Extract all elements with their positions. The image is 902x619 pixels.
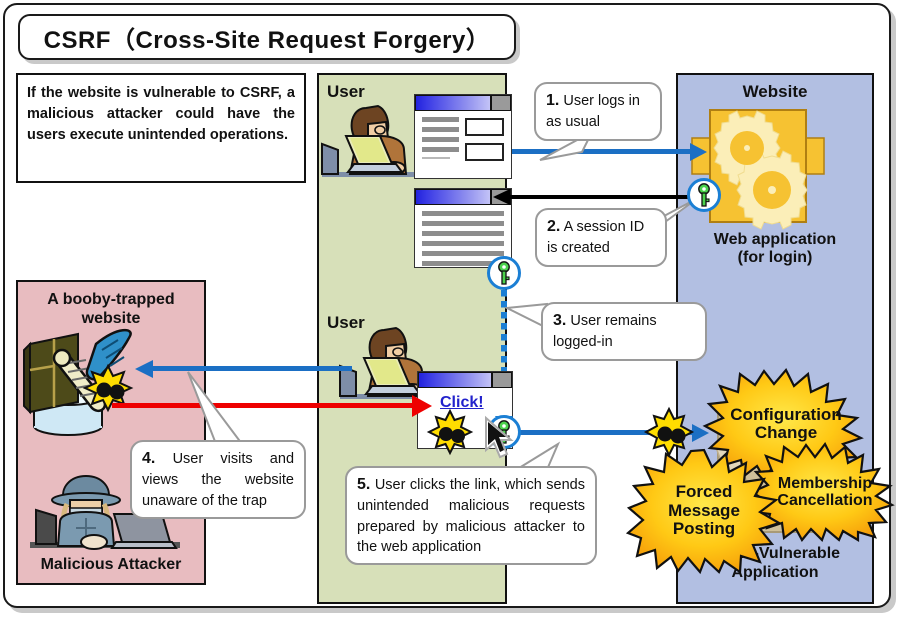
- webapp-label-line2: (for login): [737, 249, 813, 266]
- trap-site-label-line1: A booby-trapped: [47, 291, 175, 308]
- content-line: [422, 231, 504, 236]
- callout-1-text: User logs in as usual: [546, 93, 640, 131]
- callout-4-tail: [187, 371, 244, 445]
- arrow-login-request-head: [690, 143, 707, 161]
- arrow-visit-trap-site-head: [135, 360, 153, 378]
- callout-2-text: A session ID is created: [547, 219, 645, 257]
- user-panel-label-top: User: [327, 82, 365, 101]
- callout-5-text: User clicks the link, which sends uninte…: [357, 477, 585, 555]
- mouse-cursor-icon: [485, 415, 514, 459]
- callout-step-4: 4. User visits and views the website una…: [130, 440, 306, 519]
- window-close-button[interactable]: [491, 95, 511, 111]
- burst-forced-message-posting: [625, 448, 782, 575]
- arrow-malicious-content: [112, 403, 417, 408]
- form-text-line: [422, 147, 460, 152]
- callout-3-text: User remains logged-in: [553, 313, 657, 351]
- callout-1-number: 1.: [546, 92, 560, 109]
- window-titlebar: [415, 95, 511, 111]
- user-illustration-top: [321, 104, 426, 177]
- browser-window-login[interactable]: [414, 94, 512, 179]
- bomb-icon-trap-window: [426, 408, 474, 456]
- arrow-session-response-head: [493, 189, 510, 205]
- window-close-button[interactable]: [492, 372, 512, 388]
- attacker-label: Malicious Attacker: [40, 556, 182, 573]
- intro-text: If the website is vulnerable to CSRF, a …: [27, 85, 295, 144]
- callout-step-5: 5. User clicks the link, which sends uni…: [345, 466, 597, 566]
- website-panel-label: Website: [742, 82, 808, 101]
- callout-step-1: 1. User logs in as usual: [534, 82, 662, 141]
- callout-4-number: 4.: [142, 450, 156, 467]
- titlebar-gradient: [418, 372, 492, 388]
- content-line: [422, 251, 504, 256]
- diagram-title-box: CSRF（Cross-Site Request Forgery）: [18, 14, 516, 60]
- callout-step-3: 3. User remains logged-in: [541, 302, 707, 361]
- intro-box: If the website is vulnerable to CSRF, a …: [16, 73, 306, 183]
- titlebar-gradient: [415, 189, 491, 205]
- window-titlebar: [418, 372, 512, 388]
- callout-step-2: 2. A session ID is created: [535, 208, 667, 267]
- content-line: [422, 221, 504, 226]
- csrf-diagram: CSRF（Cross-Site Request Forgery） If the …: [0, 0, 902, 619]
- form-text-line: [422, 117, 460, 122]
- titlebar-gradient: [415, 95, 491, 111]
- content-line: [422, 211, 504, 216]
- content-line: [422, 241, 504, 246]
- username-field[interactable]: [465, 118, 504, 136]
- page-title: CSRF（Cross-Site Request Forgery）: [43, 26, 491, 54]
- form-text-line: [422, 157, 450, 159]
- booby-trap-illustration: [23, 329, 134, 436]
- callout-3-number: 3.: [553, 312, 567, 329]
- session-key-icon-browser: [487, 256, 521, 290]
- form-text-line: [422, 127, 460, 132]
- window-body: [415, 111, 511, 174]
- callout-4-text: User visits and views the website unawar…: [142, 451, 295, 509]
- bomb-icon-forged-request: [643, 406, 695, 458]
- password-field[interactable]: [465, 143, 504, 161]
- callout-2-number: 2.: [547, 218, 561, 235]
- session-key-icon-webapp: [687, 178, 721, 212]
- callout-5-number: 5.: [357, 476, 371, 493]
- form-text-line: [422, 137, 460, 142]
